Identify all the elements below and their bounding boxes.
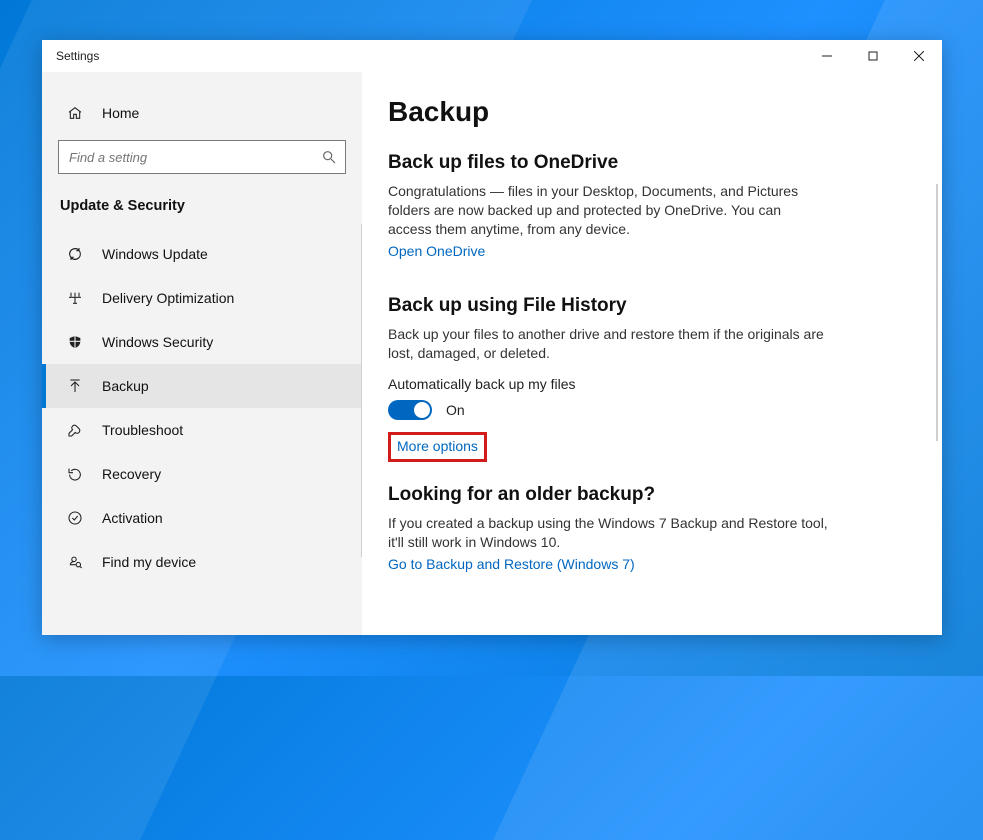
sidebar-item-recovery[interactable]: Recovery: [42, 452, 362, 496]
find-device-icon: [66, 553, 84, 571]
recovery-icon: [66, 465, 84, 483]
home-label: Home: [102, 105, 139, 121]
window-buttons: [804, 40, 942, 72]
sidebar: Home Update & Security Windows Update: [42, 72, 362, 635]
section-label: Update & Security: [42, 188, 362, 222]
delivery-icon: [66, 289, 84, 307]
nav-label: Windows Security: [102, 334, 213, 350]
more-options-link[interactable]: More options: [397, 438, 478, 454]
auto-backup-label: Automatically back up my files: [388, 376, 914, 392]
auto-backup-toggle[interactable]: [388, 400, 432, 420]
close-button[interactable]: [896, 40, 942, 72]
check-circle-icon: [66, 509, 84, 527]
onedrive-heading: Back up files to OneDrive: [388, 152, 914, 174]
search-box[interactable]: [58, 140, 346, 174]
search-icon: [321, 149, 337, 165]
file-history-body: Back up your files to another drive and …: [388, 325, 828, 363]
wrench-icon: [66, 421, 84, 439]
nav-label: Activation: [102, 510, 163, 526]
nav-label: Delivery Optimization: [102, 290, 234, 306]
scrollbar[interactable]: [936, 184, 938, 441]
home-icon: [66, 104, 84, 122]
sidebar-item-windows-security[interactable]: Windows Security: [42, 320, 362, 364]
sidebar-item-windows-update[interactable]: Windows Update: [42, 232, 362, 276]
sync-icon: [66, 245, 84, 263]
search-input[interactable]: [69, 150, 321, 165]
sidebar-item-troubleshoot[interactable]: Troubleshoot: [42, 408, 362, 452]
auto-backup-state: On: [446, 402, 465, 418]
onedrive-body: Congratulations — files in your Desktop,…: [388, 182, 828, 239]
window-title: Settings: [56, 49, 99, 63]
search-wrap: [42, 136, 362, 188]
settings-window: Settings Home: [42, 40, 942, 635]
backup-arrow-icon: [66, 377, 84, 395]
older-backup-body: If you created a backup using the Window…: [388, 514, 828, 552]
file-history-heading: Back up using File History: [388, 295, 914, 317]
nav-label: Find my device: [102, 554, 196, 570]
sidebar-item-find-my-device[interactable]: Find my device: [42, 540, 362, 584]
main-panel: Backup Back up files to OneDrive Congrat…: [362, 72, 942, 635]
sidebar-item-backup[interactable]: Backup: [42, 364, 362, 408]
sidebar-item-activation[interactable]: Activation: [42, 496, 362, 540]
older-backup-heading: Looking for an older backup?: [388, 484, 914, 506]
minimize-button[interactable]: [804, 40, 850, 72]
sidebar-home[interactable]: Home: [42, 90, 362, 136]
open-onedrive-link[interactable]: Open OneDrive: [388, 243, 485, 259]
shield-icon: [66, 333, 84, 351]
auto-backup-row: On: [388, 400, 914, 420]
maximize-button[interactable]: [850, 40, 896, 72]
nav-label: Backup: [102, 378, 149, 394]
nav-label: Windows Update: [102, 246, 208, 262]
page-title: Backup: [388, 96, 914, 128]
backup-restore-link[interactable]: Go to Backup and Restore (Windows 7): [388, 556, 635, 572]
titlebar: Settings: [42, 40, 942, 72]
sidebar-item-delivery-optimization[interactable]: Delivery Optimization: [42, 276, 362, 320]
nav-label: Troubleshoot: [102, 422, 183, 438]
nav-list: Windows Update Delivery Optimization Win…: [42, 222, 362, 635]
nav-label: Recovery: [102, 466, 161, 482]
more-options-highlight: More options: [388, 432, 487, 462]
content: Home Update & Security Windows Update: [42, 72, 942, 635]
